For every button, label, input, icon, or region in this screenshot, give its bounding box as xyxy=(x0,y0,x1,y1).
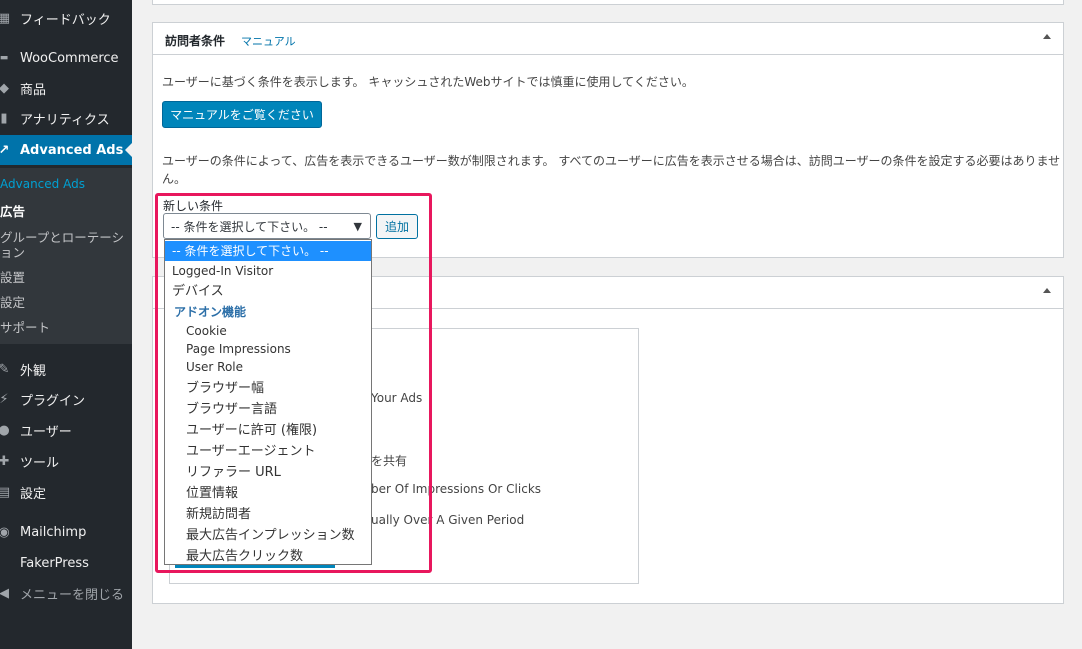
menu-advanced-ads-label: Advanced Ads xyxy=(20,142,124,158)
option-logged-in[interactable]: Logged-In Visitor xyxy=(172,264,273,278)
collapse-toggle-icon[interactable] xyxy=(1043,34,1051,39)
menu-users[interactable]: ● ユーザー xyxy=(0,415,132,445)
menu-fakerpress-label: FakerPress xyxy=(20,555,89,571)
menu-plugins-label: プラグイン xyxy=(20,393,86,409)
condition-select[interactable]: -- 条件を選択して下さい。 -- ▼ xyxy=(163,213,371,239)
option-new-visitor[interactable]: 新規訪問者 xyxy=(186,503,251,522)
option-group-addons: アドオン機能 xyxy=(174,305,247,319)
submenu-support[interactable]: サポート xyxy=(0,317,50,336)
menu-users-label: ユーザー xyxy=(20,424,72,440)
products-icon: ◆ xyxy=(0,80,9,96)
submenu-ads[interactable]: 広告 xyxy=(0,201,25,220)
manual-link[interactable]: マニュアル xyxy=(241,33,296,49)
menu-collapse-label: メニューを閉じる xyxy=(20,587,125,603)
fragment-your-ads: Your Ads xyxy=(371,391,423,405)
option-max-impressions[interactable]: 最大広告インプレッション数 xyxy=(186,524,355,543)
submenu-placements[interactable]: 設置 xyxy=(0,267,25,286)
settings-icon: ▤ xyxy=(0,484,11,500)
menu-products-label: 商品 xyxy=(20,82,47,98)
admin-sidebar: ▦ フィードバック ▬ WooCommerce ◆ 商品 ▮ アナリティクス ↗ Adva… xyxy=(0,0,132,649)
woocommerce-icon: ▬ xyxy=(0,53,9,63)
option-placeholder[interactable]: -- 条件を選択して下さい。 -- xyxy=(165,241,371,261)
option-referrer-url[interactable]: リファラー URL xyxy=(186,461,281,480)
collapse-toggle-icon-2[interactable] xyxy=(1043,288,1051,293)
visitor-info-line2: ん。 xyxy=(162,172,187,186)
menu-mailchimp[interactable]: ◉ Mailchimp xyxy=(0,517,132,547)
option-device[interactable]: デバイス xyxy=(172,280,224,299)
menu-collapse[interactable]: ◀ メニューを閉じる xyxy=(0,578,132,608)
option-user-permission[interactable]: ユーザーに許可 (権限) xyxy=(186,419,317,438)
analytics-icon: ▮ xyxy=(0,110,8,126)
submenu-head[interactable]: Advanced Ads xyxy=(0,177,85,191)
menu-tools-label: ツール xyxy=(20,455,60,471)
plug-icon: ⚡ xyxy=(0,391,9,407)
chevron-down-icon: ▼ xyxy=(353,220,362,233)
previous-postbox xyxy=(152,0,1064,5)
option-user-agent[interactable]: ユーザーエージェント xyxy=(186,440,315,459)
visitor-description: ユーザーに基づく条件を表示します。 キャッシュされたWebサイトでは慎重に使用し… xyxy=(162,75,694,89)
option-max-clicks[interactable]: 最大広告クリック数 xyxy=(186,545,303,564)
visitor-box-title: 訪問者条件 xyxy=(165,34,226,48)
menu-feedback[interactable]: ▦ フィードバック xyxy=(0,3,132,33)
new-condition-label: 新しい条件 xyxy=(163,199,224,213)
visitor-info-line1: ユーザーの条件によって、広告を表示できるユーザー数が制限されます。 すべてのユー… xyxy=(162,154,1061,168)
menu-fakerpress[interactable]: FakerPress xyxy=(0,548,132,578)
wrench-icon: ✚ xyxy=(0,453,10,469)
menu-products[interactable]: ◆ 商品 xyxy=(0,73,132,103)
fragment-period: ually Over A Given Period xyxy=(371,513,525,527)
brush-icon: ✎ xyxy=(0,361,10,377)
option-user-role[interactable]: User Role xyxy=(186,360,243,374)
menu-appearance[interactable]: ✎ 外観 xyxy=(0,354,132,384)
menu-appearance-label: 外観 xyxy=(20,363,47,379)
mailchimp-icon: ◉ xyxy=(0,524,10,540)
menu-feedback-label: フィードバック xyxy=(20,12,111,28)
feedback-icon: ▦ xyxy=(0,10,11,26)
menu-woocommerce[interactable]: ▬ WooCommerce xyxy=(0,43,132,73)
condition-select-value: -- 条件を選択して下さい。 -- xyxy=(171,219,328,234)
menu-woocommerce-label: WooCommerce xyxy=(20,50,119,66)
menu-settings[interactable]: ▤ 設定 xyxy=(0,477,132,507)
menu-analytics-label: アナリティクス xyxy=(20,112,110,128)
menu-tools[interactable]: ✚ ツール xyxy=(0,446,132,476)
option-cookie[interactable]: Cookie xyxy=(186,324,227,338)
fragment-share: を共有 xyxy=(371,454,408,468)
visitor-box-header: 訪問者条件 マニュアル xyxy=(153,23,1063,55)
option-geo-location[interactable]: 位置情報 xyxy=(186,482,238,501)
collapse-icon: ◀ xyxy=(0,585,9,601)
add-condition-button[interactable]: 追加 xyxy=(376,214,418,239)
option-browser-width[interactable]: ブラウザー幅 xyxy=(186,377,264,396)
fragment-impressions: ber Of Impressions Or Clicks xyxy=(371,482,542,496)
menu-settings-label: 設定 xyxy=(20,486,47,502)
option-browser-language[interactable]: ブラウザー言語 xyxy=(186,398,277,417)
menu-analytics[interactable]: ▮ アナリティクス xyxy=(0,103,132,133)
chart-line-icon: ↗ xyxy=(0,142,10,158)
menu-plugins[interactable]: ⚡ プラグイン xyxy=(0,384,132,414)
menu-mailchimp-label: Mailchimp xyxy=(20,524,87,540)
manual-button[interactable]: マニュアルをご覧ください xyxy=(162,101,322,128)
advanced-ads-submenu: Advanced Ads 広告 グループとローテーシ ョン 設置 設定 サポート xyxy=(0,168,132,344)
submenu-settings[interactable]: 設定 xyxy=(0,292,25,311)
option-page-impressions[interactable]: Page Impressions xyxy=(186,342,291,356)
submenu-groups-line2[interactable]: ョン xyxy=(0,242,25,261)
condition-dropdown-list[interactable]: -- 条件を選択して下さい。 -- Logged-In Visitor デバイス… xyxy=(164,239,372,565)
menu-advanced-ads[interactable]: ↗ Advanced Ads xyxy=(0,135,132,165)
user-icon: ● xyxy=(0,422,10,438)
